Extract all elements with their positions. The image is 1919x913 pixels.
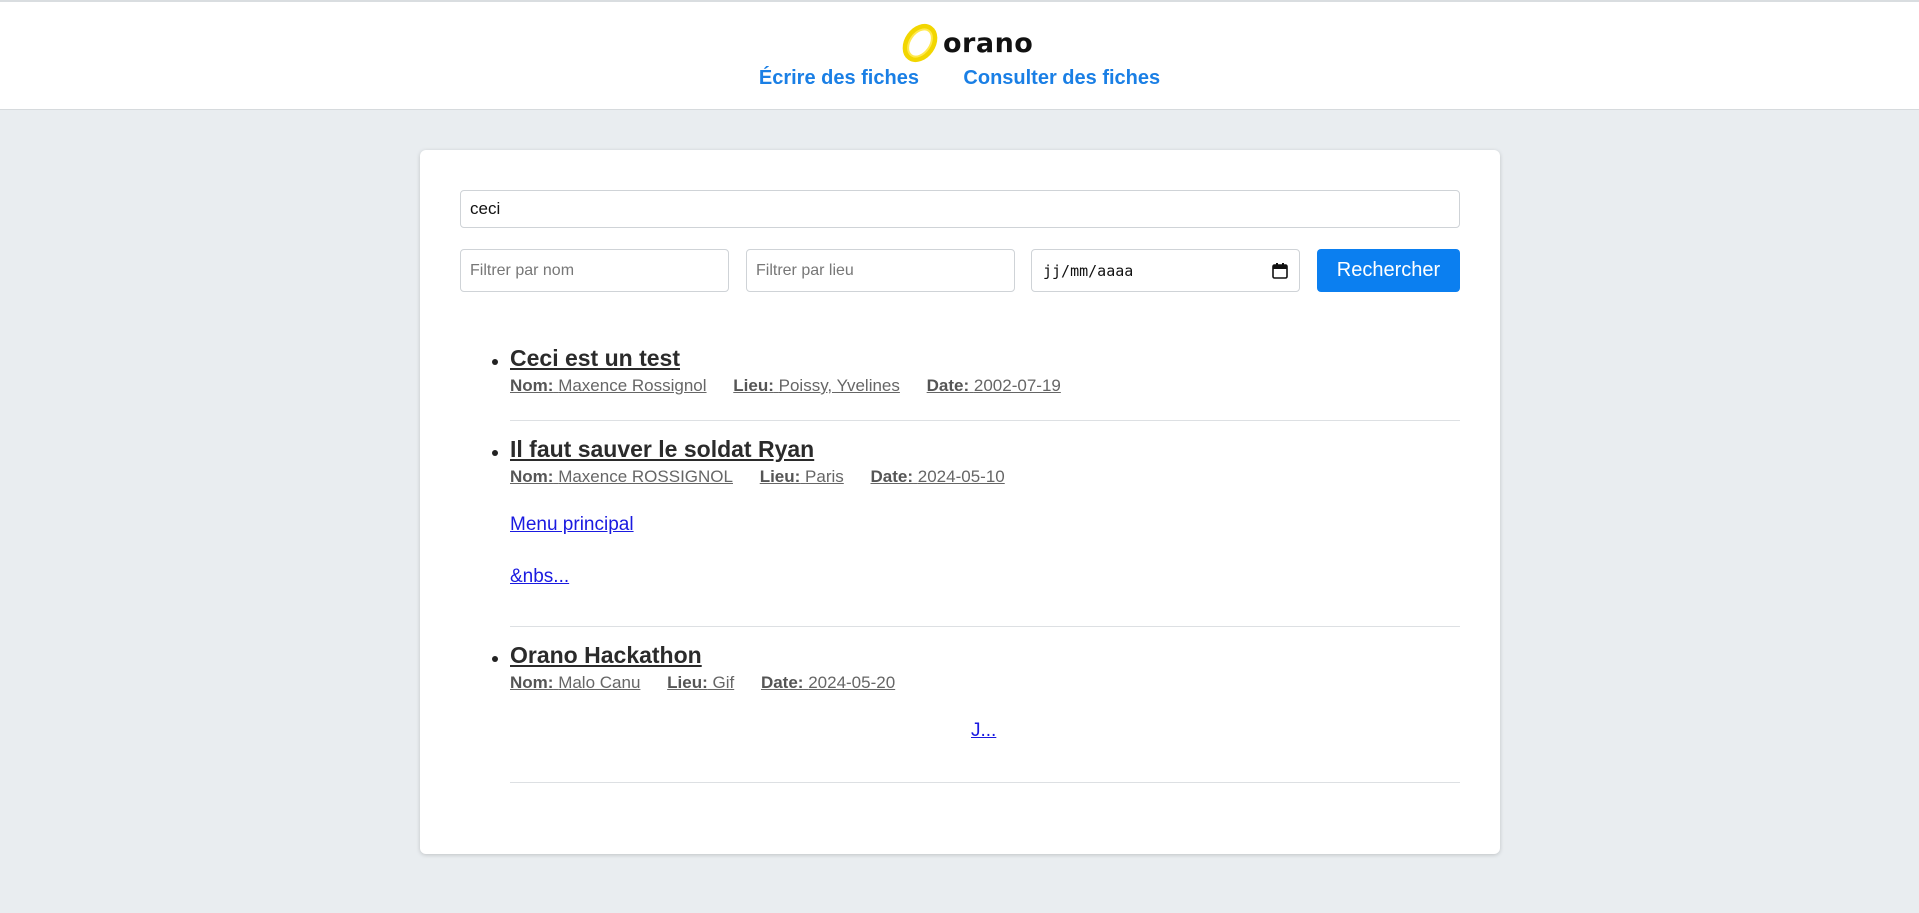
search-button[interactable]: Rechercher — [1317, 249, 1460, 292]
result-title[interactable]: Il faut sauver le soldat Ryan — [510, 436, 814, 463]
result-item: Il faut sauver le soldat Ryan Nom: Maxen… — [492, 421, 1460, 627]
orano-logo-icon — [902, 23, 938, 63]
content-link[interactable]: &nbs... — [510, 566, 1460, 588]
result-meta: Nom: Malo Canu Lieu: Gif Date: 2024-05-2… — [510, 673, 1460, 693]
content-link[interactable]: Menu principal — [510, 514, 1460, 536]
calendar-icon[interactable] — [1272, 262, 1288, 279]
result-item: Ceci est un test Nom: Maxence Rossignol … — [492, 342, 1460, 421]
result-title[interactable]: Ceci est un test — [510, 345, 680, 372]
meta-place[interactable]: Lieu: Gif — [667, 673, 734, 692]
bullet — [492, 359, 498, 365]
meta-date[interactable]: Date: 2024-05-10 — [871, 467, 1005, 486]
header: orano Écrire des fiches Consulter des fi… — [0, 2, 1919, 110]
bullet — [492, 656, 498, 662]
search-card: jj/mm/aaaa Rechercher Ceci est un test N… — [420, 150, 1500, 854]
nav-write-sheets[interactable]: Écrire des fiches — [759, 67, 919, 89]
result-item: Orano Hackathon Nom: Malo Canu Lieu: Gif… — [492, 627, 1460, 783]
orano-logo[interactable]: orano — [899, 22, 1033, 64]
meta-name[interactable]: Nom: Maxence ROSSIGNOL — [510, 467, 733, 486]
result-title[interactable]: Orano Hackathon — [510, 642, 702, 669]
main-nav: Écrire des fiches Consulter des fiches — [0, 67, 1919, 90]
logo-text: orano — [943, 27, 1034, 59]
meta-name[interactable]: Nom: Maxence Rossignol — [510, 376, 707, 395]
meta-place[interactable]: Lieu: Poissy, Yvelines — [733, 376, 900, 395]
results-list: Ceci est un test Nom: Maxence Rossignol … — [492, 342, 1460, 783]
filter-place-input[interactable] — [746, 249, 1015, 292]
search-input[interactable] — [460, 190, 1460, 228]
filter-name-input[interactable] — [460, 249, 729, 292]
bullet — [492, 450, 498, 456]
meta-date[interactable]: Date: 2002-07-19 — [927, 376, 1061, 395]
meta-place[interactable]: Lieu: Paris — [760, 467, 844, 486]
meta-name[interactable]: Nom: Malo Canu — [510, 673, 640, 692]
content-link[interactable]: J... — [971, 720, 996, 742]
nav-browse-sheets[interactable]: Consulter des fiches — [963, 67, 1160, 89]
meta-date[interactable]: Date: 2024-05-20 — [761, 673, 895, 692]
result-meta: Nom: Maxence ROSSIGNOL Lieu: Paris Date:… — [510, 467, 1460, 487]
date-placeholder: jj/mm/aaaa — [1043, 261, 1134, 280]
result-meta: Nom: Maxence Rossignol Lieu: Poissy, Yve… — [510, 376, 1460, 396]
date-filter-input[interactable]: jj/mm/aaaa — [1031, 249, 1300, 292]
